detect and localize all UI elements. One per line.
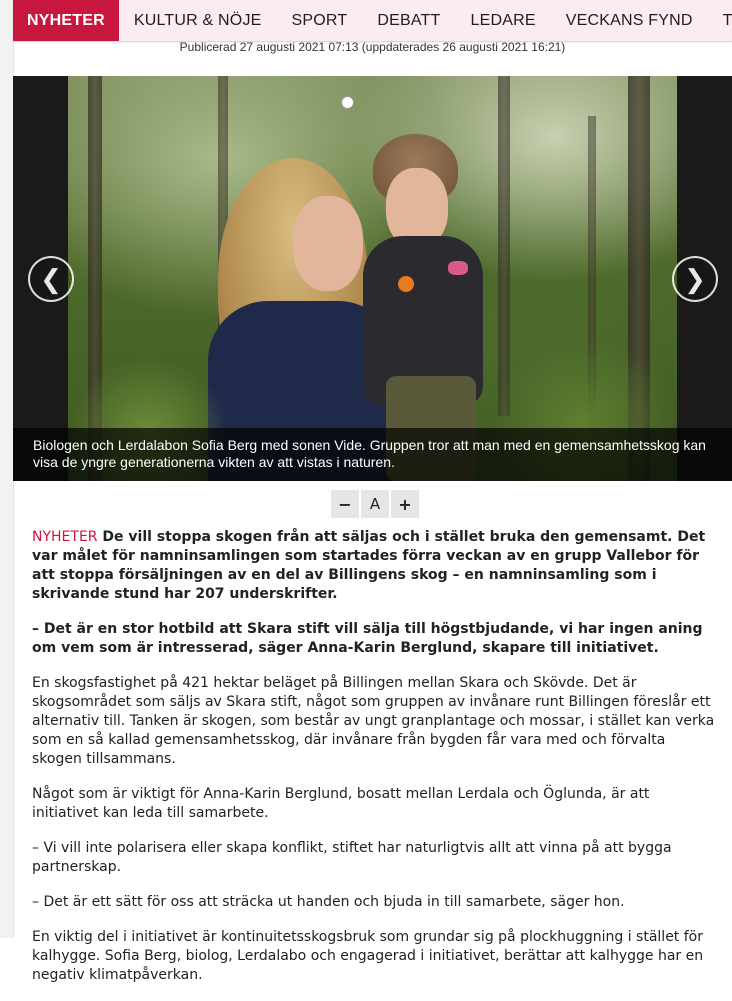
image-slideshow: ❮ ❯ Biologen och Lerdalabon Sofia Berg m…	[13, 76, 732, 481]
decrease-font-button[interactable]: −	[331, 490, 359, 518]
article-paragraph: Något som är viktigt för Anna-Karin Berg…	[32, 786, 650, 821]
chevron-left-icon[interactable]: ❮	[28, 256, 74, 302]
article-lead-quote: – Det är en stor hotbild att Skara stift…	[32, 621, 703, 656]
article-paragraph: – Vi vill inte polarisera eller skapa ko…	[32, 840, 672, 875]
nav-item-nyheter[interactable]: NYHETER	[13, 0, 119, 41]
increase-font-button[interactable]: +	[391, 490, 419, 518]
article-photo	[68, 76, 677, 481]
nav-item-debatt[interactable]: DEBATT	[362, 0, 455, 41]
slide-indicator-dot[interactable]	[341, 96, 354, 109]
nav-item-veckans-fynd[interactable]: VECKANS FYND	[551, 0, 708, 41]
article-lead: NYHETER De vill stoppa skogen från att s…	[32, 528, 717, 604]
chevron-right-icon[interactable]: ❯	[672, 256, 718, 302]
article-paragraph: En viktig del i initiativet är kontinuit…	[32, 929, 704, 983]
nav-item-kultur-noje[interactable]: KULTUR & NÖJE	[119, 0, 277, 41]
nav-item-tavlingar[interactable]: TÄVLI	[708, 0, 732, 41]
article-paragraph: En skogsfastighet på 421 hektar beläget …	[32, 675, 715, 767]
font-size-controls: − A +	[331, 490, 419, 518]
reset-font-button[interactable]: A	[361, 490, 389, 518]
main-nav: NYHETER KULTUR & NÖJE SPORT DEBATT LEDAR…	[13, 0, 732, 42]
left-gutter	[0, 0, 14, 938]
nav-item-sport[interactable]: SPORT	[277, 0, 363, 41]
article-paragraph: – Det är ett sätt för oss att sträcka ut…	[32, 894, 625, 910]
nav-item-ledare[interactable]: LEDARE	[455, 0, 550, 41]
article-body: NYHETER De vill stoppa skogen från att s…	[32, 528, 717, 1001]
section-kicker[interactable]: NYHETER	[32, 529, 98, 545]
photo-caption: Biologen och Lerdalabon Sofia Berg med s…	[13, 428, 732, 481]
published-date: Publicerad 27 augusti 2021 07:13 (uppdat…	[179, 40, 566, 54]
lead-text: De vill stoppa skogen från att säljas oc…	[32, 529, 706, 602]
